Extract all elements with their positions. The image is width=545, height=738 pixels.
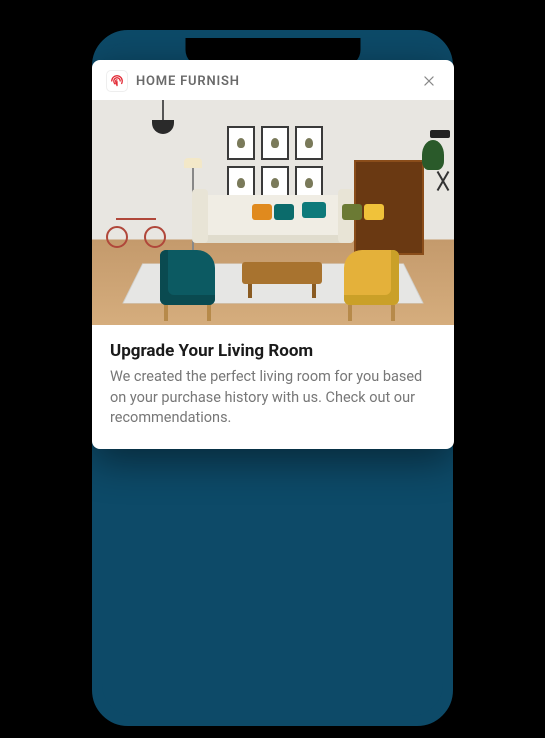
notification-title: Upgrade Your Living Room — [110, 341, 436, 361]
app-name-label: HOME FURNISH — [136, 74, 410, 89]
notification-description: We created the perfect living room for y… — [110, 367, 436, 429]
notification-body: Upgrade Your Living Room We created the … — [92, 325, 454, 449]
notification-header: HOME FURNISH — [92, 60, 454, 100]
app-icon — [106, 70, 128, 92]
notification-card[interactable]: HOME FURNISH Upgrade Your Living Room We… — [92, 60, 454, 449]
close-button[interactable] — [418, 70, 440, 92]
hero-image — [92, 100, 454, 325]
close-icon — [422, 74, 436, 88]
